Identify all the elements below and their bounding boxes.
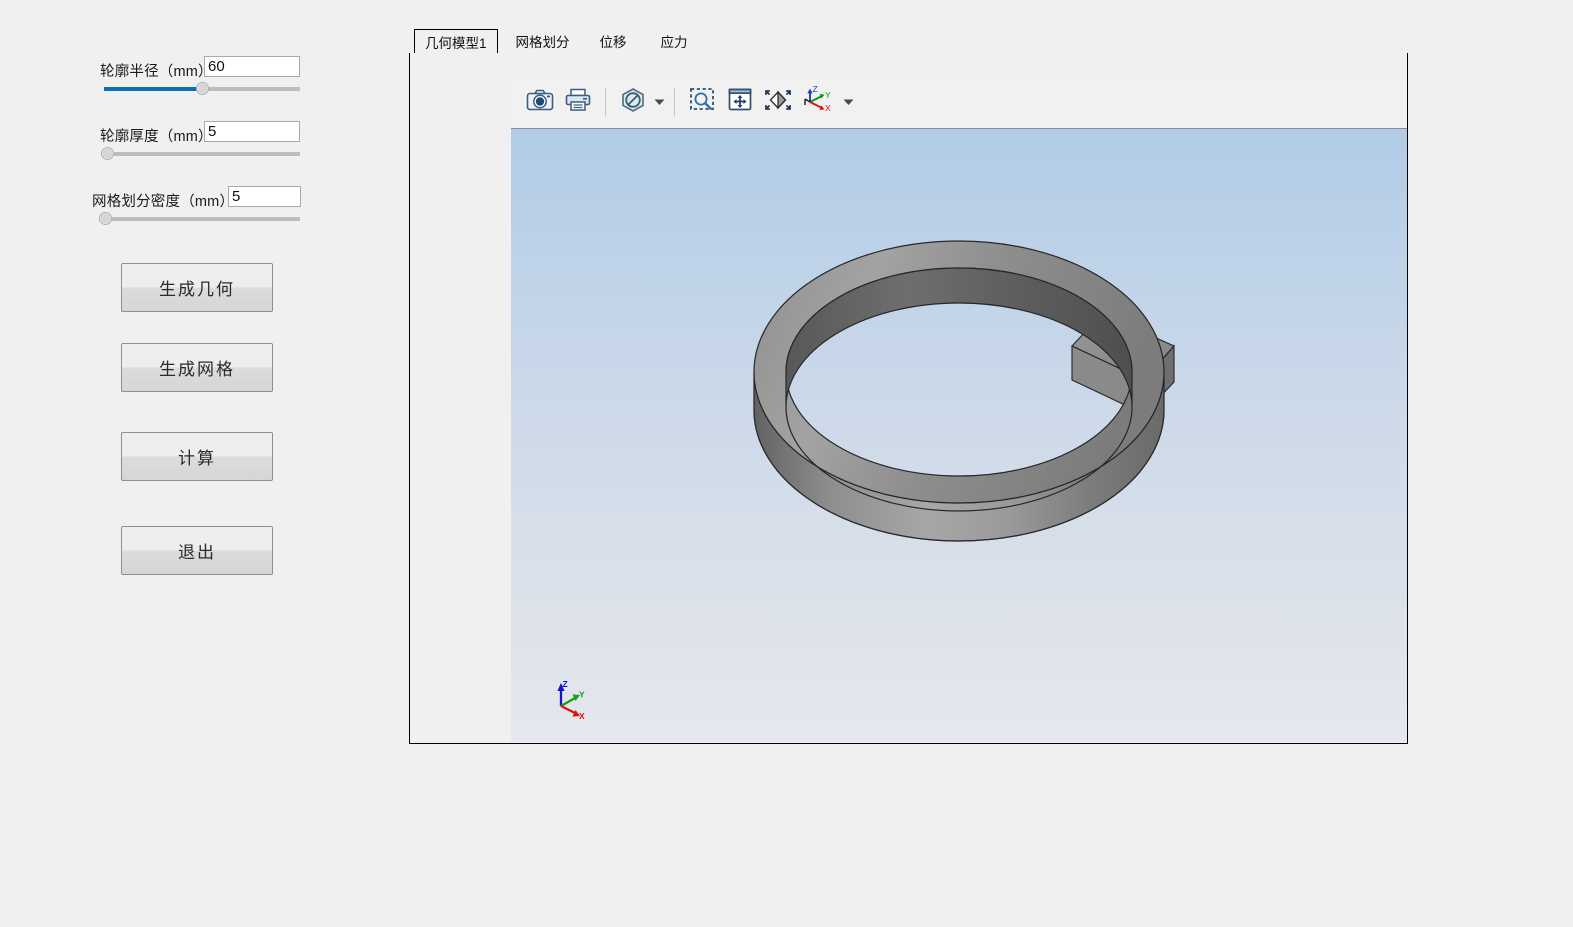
- axis-label-y: Y: [579, 690, 585, 700]
- viewport-3d[interactable]: Z Y X: [511, 129, 1407, 742]
- slider-thumb[interactable]: [99, 212, 112, 225]
- generate-geometry-button[interactable]: 生成几何: [121, 263, 273, 312]
- tab-displacement[interactable]: 位移: [590, 29, 637, 53]
- fit-view-button[interactable]: [759, 83, 797, 121]
- snapshot-icon: [526, 88, 554, 117]
- viewer-toolbar: Z Y X: [511, 76, 1407, 129]
- calculate-button[interactable]: 计算: [121, 432, 273, 481]
- print-button[interactable]: [559, 83, 597, 121]
- zoom-region-button[interactable]: [683, 83, 721, 121]
- svg-text:Y: Y: [825, 90, 831, 100]
- param-label-profile-thickness: 轮廓厚度（mm）: [100, 129, 213, 145]
- display-mode-dropdown[interactable]: [652, 83, 666, 121]
- print-icon: [564, 88, 592, 117]
- fit-view-icon: [763, 87, 793, 118]
- viewer-3d: Z Y X Z Y X: [511, 53, 1407, 742]
- slider-fill: [104, 87, 202, 91]
- param-slider-profile-thickness[interactable]: [101, 145, 300, 163]
- view-orientation-icon: Z Y X: [801, 84, 837, 119]
- tab-strip: 几何模型1 网格划分 位移 应力: [409, 29, 1408, 54]
- chevron-down-icon: [843, 93, 854, 111]
- param-input-profile-radius[interactable]: [204, 56, 300, 77]
- param-label-mesh-density: 网格划分密度（mm）: [92, 194, 235, 210]
- toolbar-separator-2: [674, 88, 675, 116]
- tab-stress[interactable]: 应力: [651, 29, 698, 53]
- view-orientation-button[interactable]: Z Y X: [797, 83, 841, 121]
- param-slider-profile-radius[interactable]: [104, 80, 300, 98]
- model-render: [753, 240, 1175, 542]
- param-input-mesh-density[interactable]: [228, 186, 301, 207]
- tab-mesh[interactable]: 网格划分: [506, 29, 580, 53]
- slider-thumb[interactable]: [101, 147, 114, 160]
- axis-label-x: X: [579, 711, 585, 721]
- chevron-down-icon: [654, 93, 665, 111]
- zoom-region-icon: [688, 87, 716, 118]
- no-display-icon: [619, 87, 647, 118]
- svg-text:X: X: [825, 103, 831, 113]
- control-panel: 轮廓半径（mm） 轮廓厚度（mm） 网格划分密度（mm） 生成几何 生成网格 计…: [0, 0, 400, 927]
- svg-text:Z: Z: [813, 86, 818, 94]
- slider-rail: [101, 152, 300, 156]
- snapshot-button[interactable]: [521, 83, 559, 121]
- tab-geometry-model[interactable]: 几何模型1: [414, 29, 498, 54]
- axis-triad: Z Y X: [547, 676, 593, 722]
- viewer-tab-area: 几何模型1 网格划分 位移 应力 Z Y X Z Y X: [409, 29, 1408, 744]
- pan-button[interactable]: [721, 83, 759, 121]
- generate-mesh-button[interactable]: 生成网格: [121, 343, 273, 392]
- slider-rail: [99, 217, 300, 221]
- param-label-profile-radius: 轮廓半径（mm）: [100, 64, 213, 80]
- axis-label-z: Z: [563, 679, 568, 689]
- display-mode-button[interactable]: [614, 83, 652, 121]
- toolbar-separator-1: [605, 88, 606, 116]
- view-orientation-dropdown[interactable]: [841, 83, 855, 121]
- exit-button[interactable]: 退出: [121, 526, 273, 575]
- pan-icon: [726, 87, 754, 118]
- param-input-profile-thickness[interactable]: [204, 121, 300, 142]
- tab-panel: Z Y X Z Y X: [409, 53, 1408, 744]
- param-slider-mesh-density[interactable]: [99, 210, 300, 228]
- slider-thumb[interactable]: [195, 82, 209, 95]
